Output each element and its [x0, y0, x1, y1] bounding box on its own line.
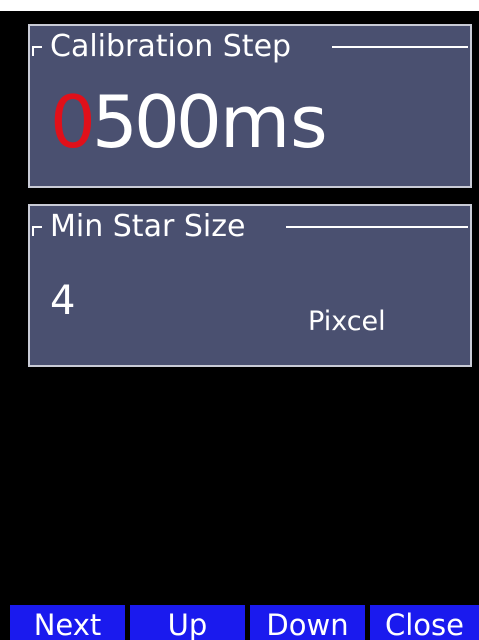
- frame-line-left: [32, 226, 42, 228]
- up-button[interactable]: Up: [130, 605, 245, 640]
- min-star-size-panel[interactable]: Min Star Size 4 Pixcel: [28, 204, 472, 367]
- calibration-step-title: Calibration Step: [50, 29, 292, 64]
- down-button[interactable]: Down: [250, 605, 365, 640]
- calibration-digit-1[interactable]: 0: [50, 82, 96, 162]
- min-star-size-unit: Pixcel: [308, 306, 386, 337]
- top-strip: [0, 0, 479, 11]
- calibration-digit-2[interactable]: 5: [92, 82, 138, 162]
- softkey-bar: Next Up Down Close: [0, 605, 479, 640]
- frame-line-right: [332, 46, 468, 48]
- calibration-unit: ms: [220, 80, 328, 164]
- frame-line-left: [32, 46, 42, 48]
- min-star-size-title: Min Star Size: [50, 209, 246, 244]
- close-button[interactable]: Close: [370, 605, 479, 640]
- next-button[interactable]: Next: [10, 605, 125, 640]
- frame-line-right: [286, 226, 468, 228]
- calibration-step-panel[interactable]: Calibration Step 0500ms: [28, 24, 472, 188]
- calibration-digit-3[interactable]: 0: [134, 82, 180, 162]
- min-star-size-value: 4: [50, 278, 76, 324]
- calibration-digit-4[interactable]: 0: [176, 82, 222, 162]
- calibration-step-value: 0500ms: [50, 82, 328, 162]
